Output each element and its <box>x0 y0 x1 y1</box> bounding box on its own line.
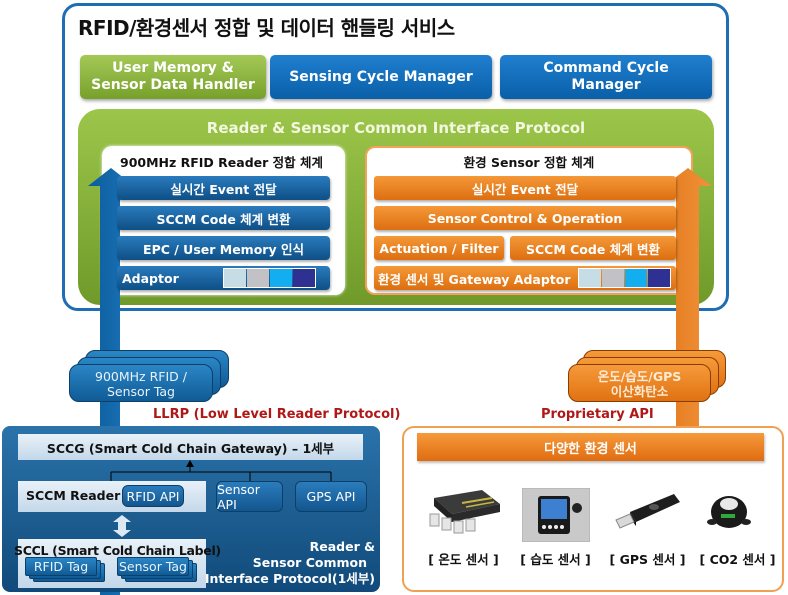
tag-label: 온도/습도/GPS <box>597 369 682 384</box>
sensing-cycle-manager-box: Sensing Cycle Manager <box>270 55 492 99</box>
box-label: Command Cycle <box>543 60 669 76</box>
adaptor-label: Adaptor <box>122 270 179 286</box>
box-label: Sensor Data Handler <box>91 77 255 93</box>
api-label: RFID API <box>126 488 180 504</box>
sccm-reader-label: SCCM Reader <box>26 488 121 503</box>
sensor-label-humidity: [ 습도 센서 ] <box>520 552 591 567</box>
rfid-sensor-tag-card: 900MHz RFID / Sensor Tag <box>69 364 213 402</box>
rfid-api-box: RFID API <box>122 485 184 507</box>
adaptor-swatches <box>223 268 316 288</box>
rfid-layer-epc-memory: EPC / User Memory 인식 <box>117 236 330 260</box>
humidity-sensor-display-icon <box>522 488 590 542</box>
adaptor-swatches <box>578 268 671 288</box>
env-layer-sccm-code: SCCM Code 체계 변환 <box>510 236 676 260</box>
sensor-panel-header: 다양한 환경 센서 <box>417 433 764 461</box>
rfid-tag-card: RFID Tag <box>25 557 97 576</box>
proprietary-api-label: Proprietary API <box>541 407 654 422</box>
sensor-tag-card: Sensor Tag <box>117 557 189 576</box>
layer-label: SCCM Code 체계 변환 <box>525 241 661 257</box>
env-sensor-tag-card: 온도/습도/GPS 이산화탄소 <box>568 364 711 402</box>
caption-line: Reader & <box>309 539 375 554</box>
sensor-label-temperature: [ 온도 센서 ] <box>428 552 499 567</box>
box-label: Manager <box>571 77 641 93</box>
swatch <box>602 269 624 287</box>
swatch <box>648 269 670 287</box>
swatch <box>247 269 269 287</box>
sccg-gateway-box: SCCG (Smart Cold Chain Gateway) – 1세부 <box>18 434 363 460</box>
tag-label: 900MHz RFID / <box>95 369 187 384</box>
sccl-label-title: SCCL (Smart Cold Chain Label) <box>14 543 221 558</box>
box-label: User Memory & <box>112 60 234 76</box>
sensor-api-box: Sensor API <box>216 481 283 512</box>
layer-label: Actuation / Filter <box>379 240 499 256</box>
caption-line: Sensor Common <box>252 555 367 570</box>
swatch <box>625 269 647 287</box>
llrp-label: LLRP (Low Level Reader Protocol) <box>153 407 401 422</box>
layer-label: Sensor Control & Operation <box>427 210 623 226</box>
llrp-panel-caption: Reader & Sensor Common Interface Protoco… <box>200 539 375 587</box>
layer-label: EPC / User Memory 인식 <box>143 241 304 257</box>
command-cycle-manager-box: Command Cycle Manager <box>500 55 712 99</box>
gps-api-box: GPS API <box>295 481 367 512</box>
temperature-sensor-chip-icon <box>429 490 500 534</box>
co2-sensor-puck-icon <box>707 496 751 528</box>
user-memory-handler-box: User Memory & Sensor Data Handler <box>80 55 266 99</box>
service-title: RFID/환경센서 정합 및 데이터 핸들링 서비스 <box>78 16 455 40</box>
env-layer-actuation-filter: Actuation / Filter <box>374 236 504 260</box>
env-layer-realtime-event: 실시간 Event 전달 <box>374 176 676 200</box>
rfid-panel-title: 900MHz RFID Reader 정합 체계 <box>120 155 323 170</box>
box-label: Sensing Cycle Manager <box>289 68 473 85</box>
protocol-title: Reader & Sensor Common Interface Protoco… <box>206 119 586 137</box>
rfid-adaptor-bar: Adaptor <box>117 266 330 290</box>
swatch <box>579 269 601 287</box>
sensor-label-co2: [ CO2 센서 ] <box>699 552 776 567</box>
tag-label: RFID Tag <box>33 559 89 574</box>
swatch <box>270 269 292 287</box>
gateway-label: SCCG (Smart Cold Chain Gateway) – 1세부 <box>46 440 335 456</box>
api-label: GPS API <box>306 489 356 504</box>
gps-usb-dongle-icon <box>615 494 680 529</box>
caption-line: Interface Protocol(1세부) <box>204 571 375 586</box>
env-layer-sensor-control: Sensor Control & Operation <box>374 206 676 230</box>
adaptor-label: 환경 센서 및 Gateway Adaptor <box>378 271 571 287</box>
layer-label: SCCM Code 체계 변환 <box>156 211 291 227</box>
layer-label: 실시간 Event 전달 <box>471 181 579 197</box>
bidirectional-arrow-icon <box>113 515 131 537</box>
tag-label: Sensor Tag <box>119 559 187 574</box>
swatch <box>224 269 246 287</box>
layer-label: 실시간 Event 전달 <box>170 181 277 197</box>
env-adaptor-bar: 환경 센서 및 Gateway Adaptor <box>374 266 676 290</box>
tag-label: Sensor Tag <box>107 384 175 399</box>
rfid-layer-sccm-code: SCCM Code 체계 변환 <box>117 206 330 230</box>
header-label: 다양한 환경 센서 <box>544 441 637 457</box>
swatch <box>293 269 315 287</box>
rfid-layer-realtime-event: 실시간 Event 전달 <box>117 176 330 200</box>
tag-label: 이산화탄소 <box>610 384 669 399</box>
sensor-label-gps: [ GPS 센서 ] <box>609 552 686 567</box>
api-label: Sensor API <box>217 481 260 512</box>
env-panel-title: 환경 Sensor 정합 체계 <box>463 155 595 170</box>
